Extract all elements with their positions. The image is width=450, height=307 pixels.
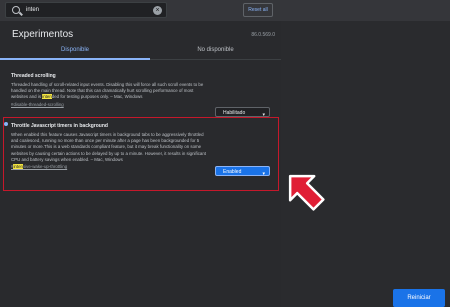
top-bar: inten × Reset all xyxy=(0,0,450,21)
chevron-down-icon: ▾ xyxy=(262,171,265,177)
experiment-select-throttle-timers[interactable]: Enabled ▾ xyxy=(215,166,270,177)
restart-button[interactable]: Reiniciar xyxy=(393,289,445,307)
experiment-throttle-timers: Throttle Javascript timers in background… xyxy=(11,123,211,170)
experiment-name: Threaded scrolling xyxy=(11,73,56,79)
experiment-link[interactable]: #intensive-wake-up-throttling xyxy=(11,164,211,170)
experiment-description: When enabled this feature causes Javascr… xyxy=(11,132,206,162)
search-match: inten xyxy=(42,94,52,100)
modified-indicator-dot xyxy=(4,122,8,126)
experiment-link[interactable]: #disable-threaded-scrolling xyxy=(11,102,211,107)
tab-bar: Disponible No disponible xyxy=(0,42,281,60)
reset-all-button[interactable]: Reset all xyxy=(243,3,273,17)
search-input[interactable]: inten × xyxy=(5,2,167,18)
search-icon xyxy=(12,6,20,14)
clear-search-icon[interactable]: × xyxy=(153,6,162,15)
experiment-select-threaded-scrolling[interactable]: Habilitado ▾ xyxy=(215,107,270,118)
tab-unavailable[interactable]: No disponible xyxy=(150,42,281,60)
search-match: inten xyxy=(13,164,23,170)
experiment-name: Throttle Javascript timers in background xyxy=(11,123,108,129)
experiment-description: Threaded handling of scroll-related inpu… xyxy=(11,82,204,100)
pointer-arrow-icon xyxy=(288,174,325,211)
experiment-threaded-scrolling: Threaded scrolling Threaded handling of … xyxy=(11,73,211,107)
experiments-panel: Experimentos 86.0.569.0 Disponible No di… xyxy=(0,21,281,307)
version-label: 86.0.569.0 xyxy=(251,32,275,38)
search-query: inten xyxy=(26,7,40,13)
page-title: Experimentos xyxy=(12,29,74,40)
right-gutter xyxy=(281,21,450,307)
tab-available[interactable]: Disponible xyxy=(0,42,150,60)
